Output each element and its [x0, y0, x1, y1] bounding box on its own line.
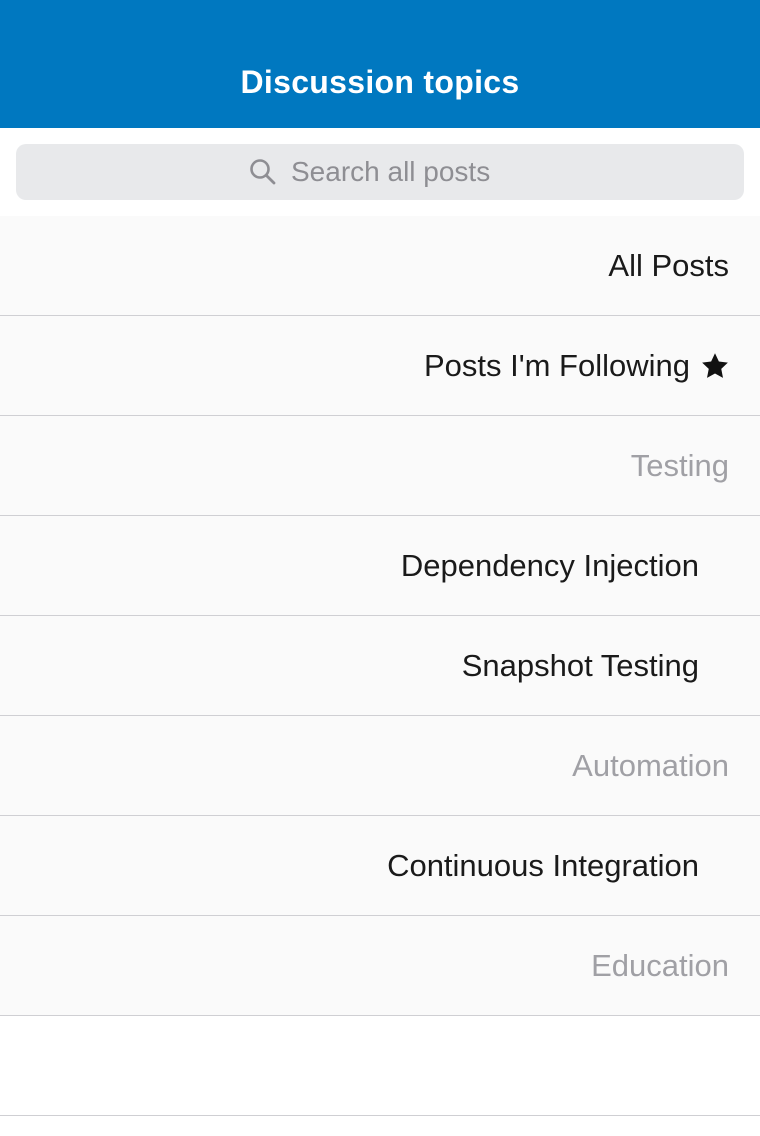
search-input[interactable] [291, 156, 511, 188]
search-bar[interactable] [16, 144, 744, 200]
nav-bar: Discussion topics [0, 0, 760, 128]
search-icon [249, 158, 277, 186]
topic-label: Dependency Injection [400, 547, 699, 583]
section-label: Automation [572, 747, 729, 783]
topic-label: Snapshot Testing [461, 647, 699, 683]
topic-label: Continuous Integration [387, 847, 699, 883]
section-label: Education [591, 947, 729, 983]
topic-dependency-injection[interactable]: Dependency Injection [0, 516, 760, 616]
topic-label: Posts I'm Following [423, 347, 690, 383]
topic-snapshot-testing[interactable]: Snapshot Testing [0, 616, 760, 716]
topic-posts-following[interactable]: Posts I'm Following [0, 316, 760, 416]
section-label: Testing [630, 447, 729, 483]
star-icon [700, 351, 730, 381]
topic-continuous-integration[interactable]: Continuous Integration [0, 816, 760, 916]
topic-label: All Posts [608, 247, 729, 283]
topic-all-posts[interactable]: All Posts [0, 216, 760, 316]
section-header-automation: Automation [0, 716, 760, 816]
section-header-testing: Testing [0, 416, 760, 516]
search-bar-container [0, 128, 760, 216]
page-title: Discussion topics [240, 64, 520, 100]
topic-list: All Posts Posts I'm Following Testing De… [0, 216, 760, 1116]
empty-row [0, 1016, 760, 1116]
section-header-education: Education [0, 916, 760, 1016]
